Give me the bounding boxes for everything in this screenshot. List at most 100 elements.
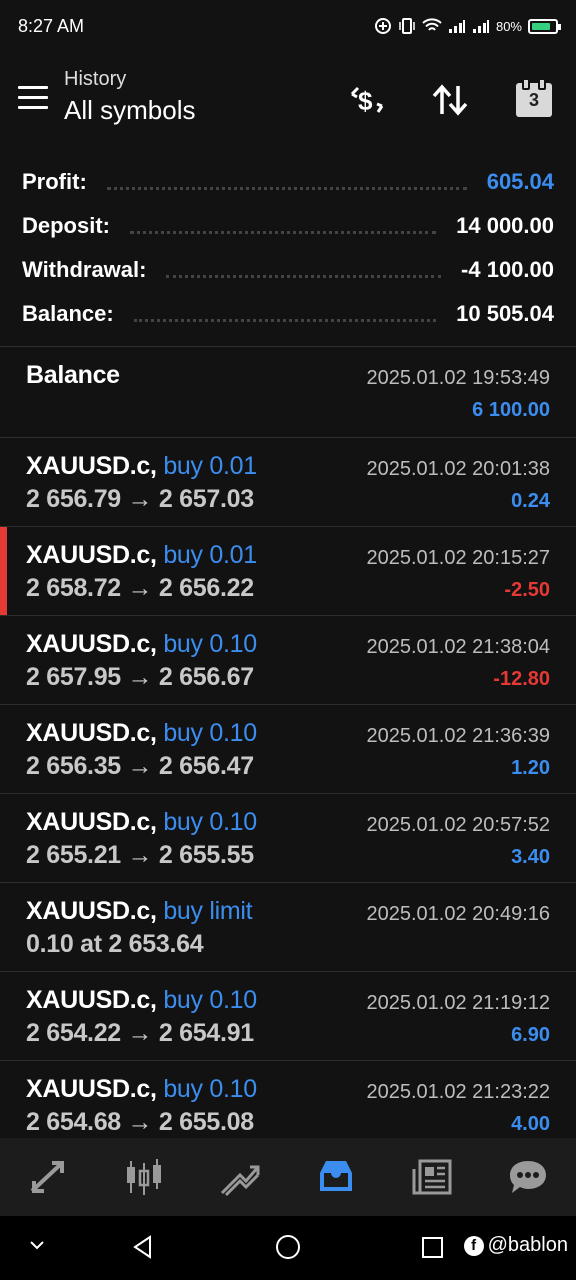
dot-leader bbox=[133, 318, 437, 322]
svg-text:$: $ bbox=[358, 86, 373, 116]
item-profit: -12.80 bbox=[493, 668, 550, 690]
deposit-label: Deposit: bbox=[22, 213, 110, 238]
item-title: XAUUSD.c, buy 0.01 bbox=[26, 452, 257, 480]
item-prices: 2 656.35 → 2 656.47 bbox=[26, 752, 254, 780]
item-operation: buy 0.10 bbox=[163, 808, 257, 836]
calendar-icon[interactable]: 3 bbox=[512, 78, 556, 122]
signal-icon-1 bbox=[448, 20, 465, 33]
list-item[interactable]: Balance 2025.01.02 19:53:49 6 100.00 bbox=[0, 346, 576, 437]
item-operation: buy 0.10 bbox=[163, 719, 257, 747]
battery-icon bbox=[528, 18, 561, 34]
item-prices: 2 656.79 → 2 657.03 bbox=[26, 485, 254, 513]
battery-percent: 80% bbox=[495, 18, 522, 34]
news-icon[interactable] bbox=[408, 1153, 456, 1201]
deposit-value: 14 000.00 bbox=[456, 213, 554, 238]
profit-value: 605.04 bbox=[486, 169, 554, 194]
item-time: 2025.01.02 20:15:27 bbox=[366, 547, 550, 569]
item-prices: 2 655.21 → 2 655.55 bbox=[26, 841, 254, 869]
history-list: Balance 2025.01.02 19:53:49 6 100.00 XAU… bbox=[0, 346, 576, 1149]
item-order-details: 0.10 at 2 653.64 bbox=[26, 930, 204, 958]
quotes-icon[interactable] bbox=[24, 1153, 72, 1201]
withdrawal-row: Withdrawal: -4 100.00 bbox=[22, 248, 554, 292]
home-icon[interactable] bbox=[275, 1234, 301, 1265]
item-profit: 4.00 bbox=[511, 1113, 550, 1135]
item-time: 2025.01.02 21:38:04 bbox=[366, 636, 550, 658]
watermark-handle: @bablon bbox=[487, 1234, 568, 1256]
withdrawal-value: -4 100.00 bbox=[461, 257, 554, 282]
item-time: 2025.01.02 20:57:52 bbox=[366, 814, 550, 836]
dot-leader bbox=[166, 274, 442, 278]
facebook-logo-icon: f bbox=[463, 1235, 484, 1256]
item-profit: 0.24 bbox=[511, 490, 550, 512]
list-item[interactable]: XAUUSD.c, buy 0.10 2 655.21 → 2 655.55 2… bbox=[0, 793, 576, 882]
item-operation: buy 0.10 bbox=[163, 630, 257, 658]
list-item[interactable]: XAUUSD.c, buy 0.01 2 658.72 → 2 656.22 2… bbox=[0, 526, 576, 615]
calendar-day: 3 bbox=[528, 89, 539, 110]
item-operation: buy 0.10 bbox=[163, 1075, 257, 1103]
item-operation: buy limit bbox=[163, 897, 253, 925]
profit-row: Profit: 605.04 bbox=[22, 160, 554, 204]
item-title: XAUUSD.c, buy 0.10 bbox=[26, 630, 257, 658]
data-saver-icon bbox=[374, 18, 391, 34]
item-time: 2025.01.02 20:01:38 bbox=[366, 458, 550, 480]
item-operation: buy 0.10 bbox=[163, 986, 257, 1014]
clock: 8:27 AM bbox=[18, 15, 85, 36]
item-operation: buy 0.01 bbox=[163, 452, 257, 480]
deposit-exchange-icon[interactable]: $ bbox=[346, 78, 390, 122]
page-subtitle: History bbox=[64, 68, 127, 90]
dot-leader bbox=[106, 186, 467, 190]
item-prices: 2 654.22 → 2 654.91 bbox=[26, 1019, 254, 1047]
symbol-filter[interactable]: All symbols bbox=[64, 95, 195, 126]
item-title: XAUUSD.c, buy 0.10 bbox=[26, 986, 257, 1014]
history-icon[interactable] bbox=[312, 1153, 360, 1201]
item-time: 2025.01.02 19:53:49 bbox=[366, 367, 550, 389]
balance-value: 10 505.04 bbox=[456, 301, 554, 326]
list-item[interactable]: XAUUSD.c, buy 0.10 2 654.68 → 2 655.08 2… bbox=[0, 1060, 576, 1149]
item-operation: buy 0.01 bbox=[163, 541, 257, 569]
list-item[interactable]: XAUUSD.c, buy 0.10 2 654.22 → 2 654.91 2… bbox=[0, 971, 576, 1060]
chart-icon[interactable] bbox=[120, 1153, 168, 1201]
balance-row: Balance: 10 505.04 bbox=[22, 292, 554, 336]
vibrate-icon bbox=[399, 18, 415, 34]
item-amount: 6 100.00 bbox=[472, 399, 550, 421]
profit-label: Profit: bbox=[22, 169, 87, 194]
chevron-down-icon[interactable] bbox=[26, 1234, 48, 1261]
deposit-row: Deposit: 14 000.00 bbox=[22, 204, 554, 248]
item-prices: 2 654.68 → 2 655.08 bbox=[26, 1108, 254, 1136]
status-bar: 8:27 AM 80% bbox=[0, 0, 576, 52]
system-nav-bar: f @bablon bbox=[0, 1216, 576, 1280]
app-bar: History All symbols $ 3 bbox=[0, 60, 576, 140]
menu-icon[interactable] bbox=[18, 86, 48, 110]
signal-icon-2 bbox=[472, 20, 489, 33]
item-profit: -2.50 bbox=[504, 579, 550, 601]
status-icons: 80% bbox=[374, 17, 561, 35]
item-title: XAUUSD.c, buy limit bbox=[26, 897, 253, 925]
list-item[interactable]: XAUUSD.c, buy 0.10 2 657.95 → 2 656.67 2… bbox=[0, 615, 576, 704]
item-profit: 6.90 bbox=[511, 1024, 550, 1046]
list-item[interactable]: XAUUSD.c, buy 0.10 2 656.35 → 2 656.47 2… bbox=[0, 704, 576, 793]
list-item[interactable]: XAUUSD.c, buy limit 0.10 at 2 653.64 202… bbox=[0, 882, 576, 971]
list-item[interactable]: XAUUSD.c, buy 0.01 2 656.79 → 2 657.03 2… bbox=[0, 437, 576, 526]
item-time: 2025.01.02 20:49:16 bbox=[366, 903, 550, 925]
item-title: Balance bbox=[26, 361, 120, 389]
item-time: 2025.01.02 21:23:22 bbox=[366, 1081, 550, 1103]
item-title: XAUUSD.c, buy 0.10 bbox=[26, 1075, 257, 1103]
trade-icon[interactable] bbox=[216, 1153, 264, 1201]
item-title: XAUUSD.c, buy 0.10 bbox=[26, 719, 257, 747]
item-profit: 1.20 bbox=[511, 757, 550, 779]
watermark: f @bablon bbox=[463, 1234, 568, 1257]
item-profit: 3.40 bbox=[511, 846, 550, 868]
title-block: History All symbols bbox=[64, 68, 195, 126]
item-prices: 2 657.95 → 2 656.67 bbox=[26, 663, 254, 691]
item-title: XAUUSD.c, buy 0.01 bbox=[26, 541, 257, 569]
summary-panel: Profit: 605.04 Deposit: 14 000.00 Withdr… bbox=[22, 160, 554, 336]
balance-label: Balance: bbox=[22, 301, 114, 326]
withdrawal-label: Withdrawal: bbox=[22, 257, 147, 282]
item-prices: 2 658.72 → 2 656.22 bbox=[26, 574, 254, 602]
recents-icon[interactable] bbox=[420, 1234, 446, 1265]
selection-marker bbox=[0, 527, 7, 615]
item-time: 2025.01.02 21:19:12 bbox=[366, 992, 550, 1014]
messages-icon[interactable] bbox=[504, 1153, 552, 1201]
sort-icon[interactable] bbox=[428, 78, 472, 122]
back-icon[interactable] bbox=[130, 1234, 156, 1265]
